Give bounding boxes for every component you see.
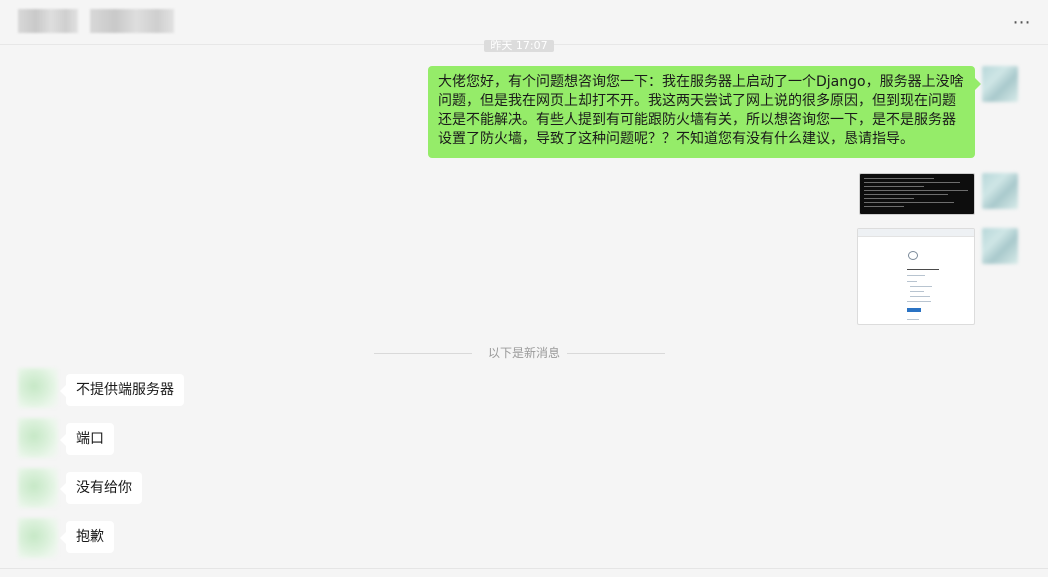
divider-line-left: [374, 353, 472, 354]
contact-avatar-3[interactable]: [18, 468, 58, 508]
incoming-message-text: 没有给你: [76, 480, 132, 496]
incoming-message-bubble[interactable]: 不提供端服务器: [60, 374, 184, 406]
incoming-message-text: 不提供端服务器: [76, 382, 174, 398]
contact-avatar-4[interactable]: [18, 518, 58, 558]
incoming-message-bubble-2[interactable]: 端口: [60, 423, 114, 455]
outgoing-image-terminal[interactable]: [859, 173, 975, 215]
new-messages-divider: 以下是新消息: [487, 346, 560, 360]
browser-tab-bar: [858, 229, 974, 237]
incoming-message-text: 端口: [76, 431, 104, 447]
chat-header: ⋯: [0, 0, 1048, 45]
contact-avatar[interactable]: [18, 368, 58, 408]
incoming-message-text: 抱歉: [76, 529, 104, 545]
sad-face-icon: [908, 251, 918, 260]
divider-line-right: [567, 353, 665, 354]
input-area-divider: [0, 568, 1048, 569]
browser-button: [907, 308, 921, 312]
contact-name-blurred: [18, 9, 78, 33]
my-avatar-3[interactable]: [982, 228, 1018, 264]
incoming-message-bubble-3[interactable]: 没有给你: [60, 472, 142, 504]
message-timestamp: 昨天 17:07: [484, 40, 554, 52]
my-avatar-2[interactable]: [982, 173, 1018, 209]
contact-avatar-2[interactable]: [18, 418, 58, 458]
more-options-icon[interactable]: ⋯: [1010, 13, 1034, 33]
outgoing-message-bubble[interactable]: 大佬您好，有个问题想咨询您一下：我在服务器上启动了一个Django，服务器上没啥…: [428, 66, 981, 158]
my-avatar[interactable]: [982, 66, 1018, 102]
outgoing-image-browser[interactable]: [857, 228, 975, 325]
incoming-message-bubble-4[interactable]: 抱歉: [60, 521, 114, 553]
outgoing-message-text: 大佬您好，有个问题想咨询您一下：我在服务器上启动了一个Django，服务器上没啥…: [438, 74, 964, 147]
contact-name-blurred-2: [90, 9, 174, 33]
